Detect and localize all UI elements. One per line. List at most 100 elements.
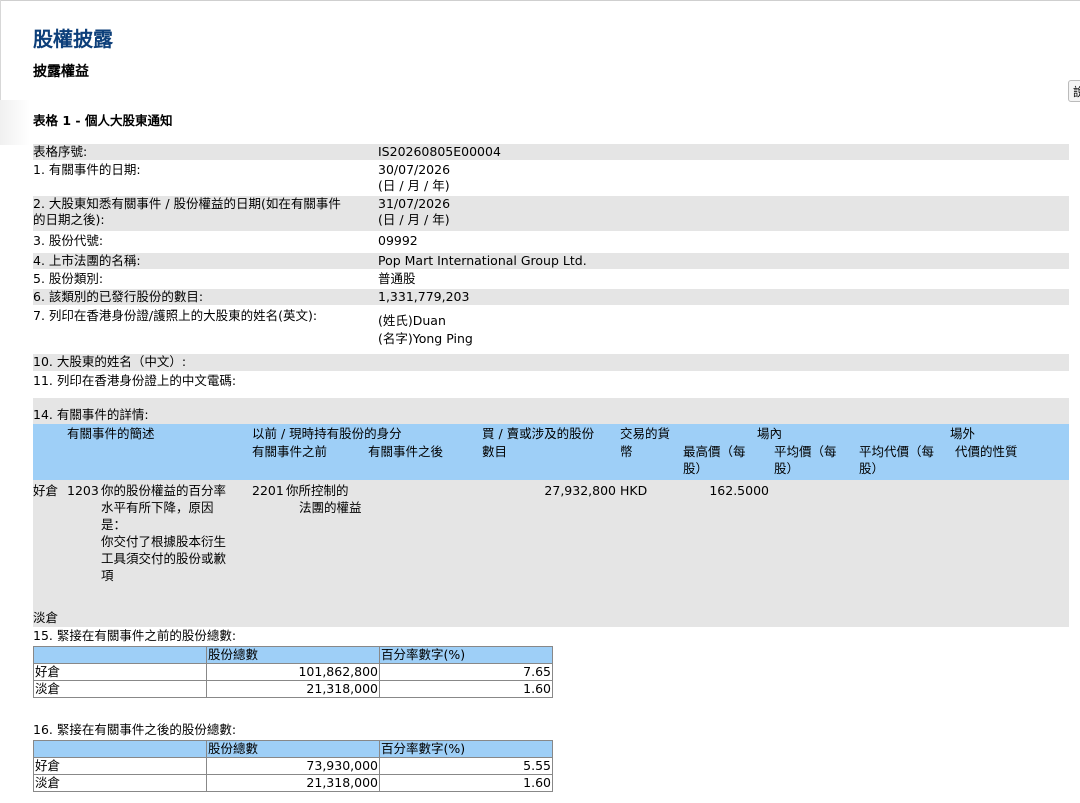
- cap-line: 你所控制的: [286, 483, 349, 498]
- header-percent: 百分率數字(%): [379, 740, 553, 758]
- col-desc: 有關事件的簡述: [67, 426, 155, 441]
- event-table-body: 好倉 1203 你的股份權益的百分率 水平有所下降，原因 是： 你交付了根據股本…: [33, 480, 1069, 627]
- field-note: (日 / 月 / 年): [378, 212, 450, 227]
- col-currency-2: 幣: [620, 444, 633, 459]
- field-label: 1. 有關事件的日期:: [33, 162, 141, 177]
- field-stock-code: 3. 股份代號: 09992: [33, 233, 1069, 249]
- col-average: 平均價（每: [774, 444, 837, 459]
- field-label: 11. 列印在香港身份證上的中文電碼:: [33, 373, 237, 388]
- row-percent: 1.60: [379, 680, 553, 698]
- window-top-border: [0, 0, 1080, 1]
- field-chinese-code: 11. 列印在香港身份證上的中文電碼:: [33, 373, 1069, 389]
- position-long: 好倉: [33, 483, 59, 498]
- field-event-date: 1. 有關事件的日期: 30/07/2026 (日 / 月 / 年): [33, 162, 1069, 194]
- col-after: 有關事件之後: [368, 444, 444, 459]
- row-percent: 7.65: [379, 663, 553, 681]
- table-row: 淡倉 21,318,000 1.60: [33, 774, 553, 792]
- page-title: 股權披露: [33, 27, 113, 51]
- currency: HKD: [620, 483, 648, 498]
- field-issued-shares: 6. 該類別的已發行股份的數目: 1,331,779,203: [33, 289, 1069, 305]
- field-holder-name-en: 7. 列印在香港身份證/護照上的大股東的姓名(英文): (姓氏)Duan (名字…: [33, 308, 1069, 350]
- event-table-header: 有關事件的簡述 以前 / 現時持有股份的身分 有關事件之前 有關事件之後 買 /…: [33, 424, 1069, 480]
- position-short: 淡倉: [33, 610, 59, 625]
- field-label: 3. 股份代號:: [33, 233, 104, 248]
- desc-line: 水平有所下降，原因: [101, 500, 214, 515]
- row-label: 淡倉: [33, 774, 207, 792]
- field-label: 5. 股份類別:: [33, 271, 104, 286]
- field-value: 普通股: [378, 271, 416, 286]
- shares-involved: 27,932,800: [544, 483, 616, 498]
- event-description: 你的股份權益的百分率 水平有所下降，原因 是： 你交付了根據股本衍生 工具須交付…: [101, 482, 246, 584]
- totals-after-title: 16. 緊接在有關事件之後的股份總數:: [33, 722, 1069, 738]
- desc-line: 工具須交付的股份或歉: [101, 551, 227, 566]
- field-form-serial: 表格序號: IS20260805E00004: [33, 144, 1069, 160]
- event-code: 1203: [67, 483, 99, 498]
- row-shares: 101,862,800: [206, 663, 380, 681]
- field-label: 4. 上市法團的名稱:: [33, 253, 141, 268]
- capacity-code: 2201: [252, 483, 284, 498]
- row-percent: 5.55: [379, 757, 553, 775]
- row-shares: 21,318,000: [206, 774, 380, 792]
- totals-before-title: 15. 緊接在有關事件之前的股份總數:: [33, 628, 1069, 644]
- row-label: 好倉: [33, 757, 207, 775]
- row-shares: 21,318,000: [206, 680, 380, 698]
- field-label: 2. 大股東知悉有關事件 / 股份權益的日期(如在有關事件: [33, 196, 341, 211]
- field-label: 10. 大股東的姓名（中文）:: [33, 354, 187, 369]
- desc-line: 你的股份權益的百分率: [101, 483, 227, 498]
- description-button[interactable]: 說: [1068, 80, 1080, 102]
- col-before: 有關事件之前: [252, 444, 328, 459]
- col-currency: 交易的貨: [620, 426, 671, 441]
- col-onexchange: 場內: [757, 426, 783, 441]
- field-label: 6. 該類別的已發行股份的數目:: [33, 289, 204, 304]
- table-header-row: 股份總數 百分率數字(%): [33, 646, 553, 664]
- col-avg-consideration: 平均代價（每: [859, 444, 935, 459]
- col-shares-2: 數目: [482, 444, 508, 459]
- cap-line: 法團的權益: [299, 500, 362, 515]
- header-cell-blank: [33, 740, 207, 758]
- table-header-row: 股份總數 百分率數字(%): [33, 740, 553, 758]
- field-holder-name-zh: 10. 大股東的姓名（中文）:: [33, 354, 1069, 371]
- field-note: (日 / 月 / 年): [378, 178, 450, 193]
- field-value: IS20260805E00004: [378, 144, 501, 159]
- field-label: 14. 有關事件的詳情:: [33, 407, 149, 422]
- table-row: 好倉 73,930,000 5.55: [33, 757, 553, 775]
- row-shares: 73,930,000: [206, 757, 380, 775]
- field-value: 1,331,779,203: [378, 289, 470, 304]
- col-highest: 最高價（每: [683, 444, 746, 459]
- row-percent: 1.60: [379, 774, 553, 792]
- col-offexchange: 場外: [950, 426, 976, 441]
- row-label: 淡倉: [33, 680, 207, 698]
- field-label: 表格序號:: [33, 144, 88, 159]
- desc-line: 你交付了根據股本衍生: [101, 534, 227, 549]
- field-label-cont: 的日期之後):: [33, 212, 105, 227]
- header-percent: 百分率數字(%): [379, 646, 553, 664]
- col-consideration-nature: 代價的性質: [955, 444, 1018, 459]
- table-row: 好倉 101,862,800 7.65: [33, 663, 553, 681]
- field-value: Pop Mart International Group Ltd.: [378, 253, 587, 268]
- field-value: 30/07/2026: [378, 162, 451, 177]
- field-event-details: 14. 有關事件的詳情:: [33, 398, 1069, 424]
- col-highest-2: 股）: [683, 461, 709, 476]
- col-average-2: 股）: [774, 461, 800, 476]
- side-shadow: [0, 100, 30, 145]
- field-value: 09992: [378, 233, 418, 248]
- totals-before-table: 股份總數 百分率數字(%) 好倉 101,862,800 7.65 淡倉 21,…: [33, 646, 553, 698]
- header-shares: 股份總數: [206, 740, 380, 758]
- desc-line: 項: [101, 568, 114, 583]
- desc-line: 是：: [101, 517, 127, 532]
- totals-after-table: 股份總數 百分率數字(%) 好倉 73,930,000 5.55 淡倉 21,3…: [33, 740, 553, 792]
- highest-price: 162.5000: [709, 483, 769, 498]
- col-shares: 買 / 賣或涉及的股份: [482, 426, 595, 441]
- table-row: 淡倉 21,318,000 1.60: [33, 680, 553, 698]
- field-value: 31/07/2026: [378, 196, 451, 211]
- field-share-class: 5. 股份類別: 普通股: [33, 271, 1069, 287]
- col-capacity: 以前 / 現時持有股份的身分: [252, 426, 402, 441]
- section-title: 16. 緊接在有關事件之後的股份總數:: [33, 722, 237, 737]
- page-subtitle: 披露權益: [33, 64, 89, 80]
- row-label: 好倉: [33, 663, 207, 681]
- field-label: 7. 列印在香港身份證/護照上的大股東的姓名(英文):: [33, 308, 318, 323]
- section-title: 15. 緊接在有關事件之前的股份總數:: [33, 628, 237, 643]
- capacity-description: 你所控制的 法團的權益: [286, 482, 366, 516]
- field-aware-date: 2. 大股東知悉有關事件 / 股份權益的日期(如在有關事件 的日期之後): 31…: [33, 196, 1069, 231]
- form-title: 表格 1 - 個人大股東通知: [33, 113, 173, 128]
